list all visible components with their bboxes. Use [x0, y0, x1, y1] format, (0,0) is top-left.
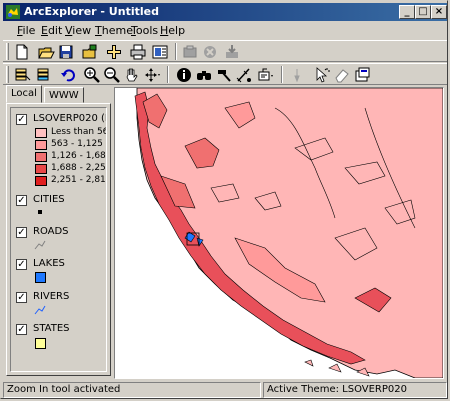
layer-checkbox[interactable]: ✓: [16, 195, 27, 206]
toc-inner: ✓ LSOVERP020 (Fe Less than 562 563 - 1,1…: [10, 107, 107, 372]
legend-swatch: [35, 176, 47, 186]
export-icon[interactable]: [223, 43, 241, 61]
catalog-icon[interactable]: [181, 43, 199, 61]
standard-toolbar: [3, 40, 447, 62]
layer-checkbox[interactable]: ✓: [16, 259, 27, 270]
layer-checkbox[interactable]: ✓: [16, 292, 27, 303]
menu-edit-key: E: [41, 24, 48, 37]
window-title: ArcExplorer - Untitled: [24, 5, 159, 18]
pan-dropdown-icon[interactable]: [143, 66, 161, 84]
layer-name: CITIES: [33, 194, 65, 205]
map-layout-icon[interactable]: [151, 43, 169, 61]
legend-class-label: 2,251 - 2,813: [51, 175, 107, 185]
menu-edit-label: dit: [47, 24, 63, 37]
layer-name: LSOVERP020 (Fe: [33, 113, 106, 124]
legend-swatch: [35, 140, 47, 150]
zoom-out-icon[interactable]: [103, 66, 121, 84]
map-view[interactable]: [114, 87, 444, 379]
legend-class-label: 563 - 1,125: [51, 139, 103, 149]
legend-class-label: 1,688 - 2,250: [51, 163, 107, 173]
legend-swatch: [35, 128, 47, 138]
toolbar-grip[interactable]: [6, 43, 9, 60]
menu-tools-label: ools: [135, 24, 159, 37]
menu-theme-key: T: [95, 24, 102, 37]
app-window: ArcExplorer - Untitled _ □ × File Edit V…: [0, 0, 448, 399]
open-icon[interactable]: [37, 43, 55, 61]
layer-name: STATES: [33, 323, 70, 334]
legend-class-label: Less than 562: [51, 127, 106, 137]
pointer-icon[interactable]: [313, 66, 331, 84]
toolbar-separator: [281, 66, 283, 83]
remove-icon[interactable]: [201, 43, 219, 61]
menu-edit[interactable]: Edit: [41, 24, 62, 37]
layer-checkbox[interactable]: ✓: [16, 227, 27, 238]
lake-swatch: [35, 272, 46, 283]
title-bar[interactable]: ArcExplorer - Untitled _ □ ×: [3, 3, 447, 21]
minimize-button[interactable]: _: [399, 5, 415, 19]
legend-swatch: [35, 164, 47, 174]
print-icon[interactable]: [129, 43, 147, 61]
map-canvas[interactable]: [115, 88, 443, 378]
layer-checkbox[interactable]: ✓: [16, 324, 27, 335]
menu-file-label: ile: [22, 24, 36, 37]
properties-icon[interactable]: [353, 66, 371, 84]
status-message: Zoom In tool activated: [3, 382, 261, 398]
tools-toolbar: [3, 63, 447, 85]
layer-name: ROADS: [33, 226, 69, 237]
menu-file[interactable]: File: [17, 24, 35, 37]
measure-icon[interactable]: [235, 66, 253, 84]
status-bar: Zoom In tool activated Active Theme: LSO…: [3, 382, 447, 398]
table-of-contents: ✓ LSOVERP020 (Fe Less than 562 563 - 1,1…: [6, 103, 111, 376]
layer-name: RIVERS: [33, 291, 70, 302]
menu-view[interactable]: View: [65, 24, 91, 37]
layer-name: LAKES: [33, 258, 65, 269]
tab-www[interactable]: WWW: [44, 87, 84, 103]
pan-icon[interactable]: [123, 66, 141, 84]
tab-local-label: Local: [11, 88, 37, 99]
menu-help[interactable]: Help: [160, 24, 185, 37]
select-icon[interactable]: [13, 66, 31, 84]
menu-theme[interactable]: Theme: [95, 24, 133, 37]
city-point-icon: [38, 210, 42, 214]
legend-swatch: [35, 152, 47, 162]
state-swatch: [35, 338, 46, 349]
open-project-icon[interactable]: [81, 43, 99, 61]
menu-help-label: elp: [168, 24, 186, 37]
zoom-in-icon[interactable]: [83, 66, 101, 84]
toolbar-grip[interactable]: [6, 66, 9, 83]
save-icon[interactable]: [57, 43, 75, 61]
eraser-icon[interactable]: [333, 66, 351, 84]
menu-tools[interactable]: Tools: [131, 24, 158, 37]
hyperlink-icon[interactable]: [289, 66, 307, 84]
menu-theme-label: heme: [101, 24, 133, 37]
find-icon[interactable]: [195, 66, 213, 84]
hammer-icon[interactable]: [215, 66, 233, 84]
layer-checkbox[interactable]: ✓: [16, 114, 27, 125]
app-icon: [6, 5, 20, 19]
menu-view-label: iew: [72, 24, 92, 37]
new-icon[interactable]: [13, 43, 31, 61]
add-theme-icon[interactable]: [105, 43, 123, 61]
close-button[interactable]: ×: [431, 5, 447, 19]
undo-icon[interactable]: [59, 66, 77, 84]
label-icon[interactable]: [257, 66, 275, 84]
river-line-icon: [34, 305, 46, 315]
tab-local[interactable]: Local: [6, 85, 42, 103]
identify-icon[interactable]: [175, 66, 193, 84]
toolbar-separator: [167, 66, 169, 83]
menu-bar: File Edit View Theme Tools Help: [3, 22, 447, 40]
toolbar-separator: [175, 43, 177, 60]
road-line-icon: [34, 240, 46, 250]
legend-class-label: 1,126 - 1,687: [51, 151, 107, 161]
tab-www-label: WWW: [49, 90, 79, 101]
query-icon[interactable]: [35, 66, 53, 84]
active-theme-status: Active Theme: LSOVERP020: [263, 382, 447, 398]
maximize-button[interactable]: □: [415, 5, 431, 19]
